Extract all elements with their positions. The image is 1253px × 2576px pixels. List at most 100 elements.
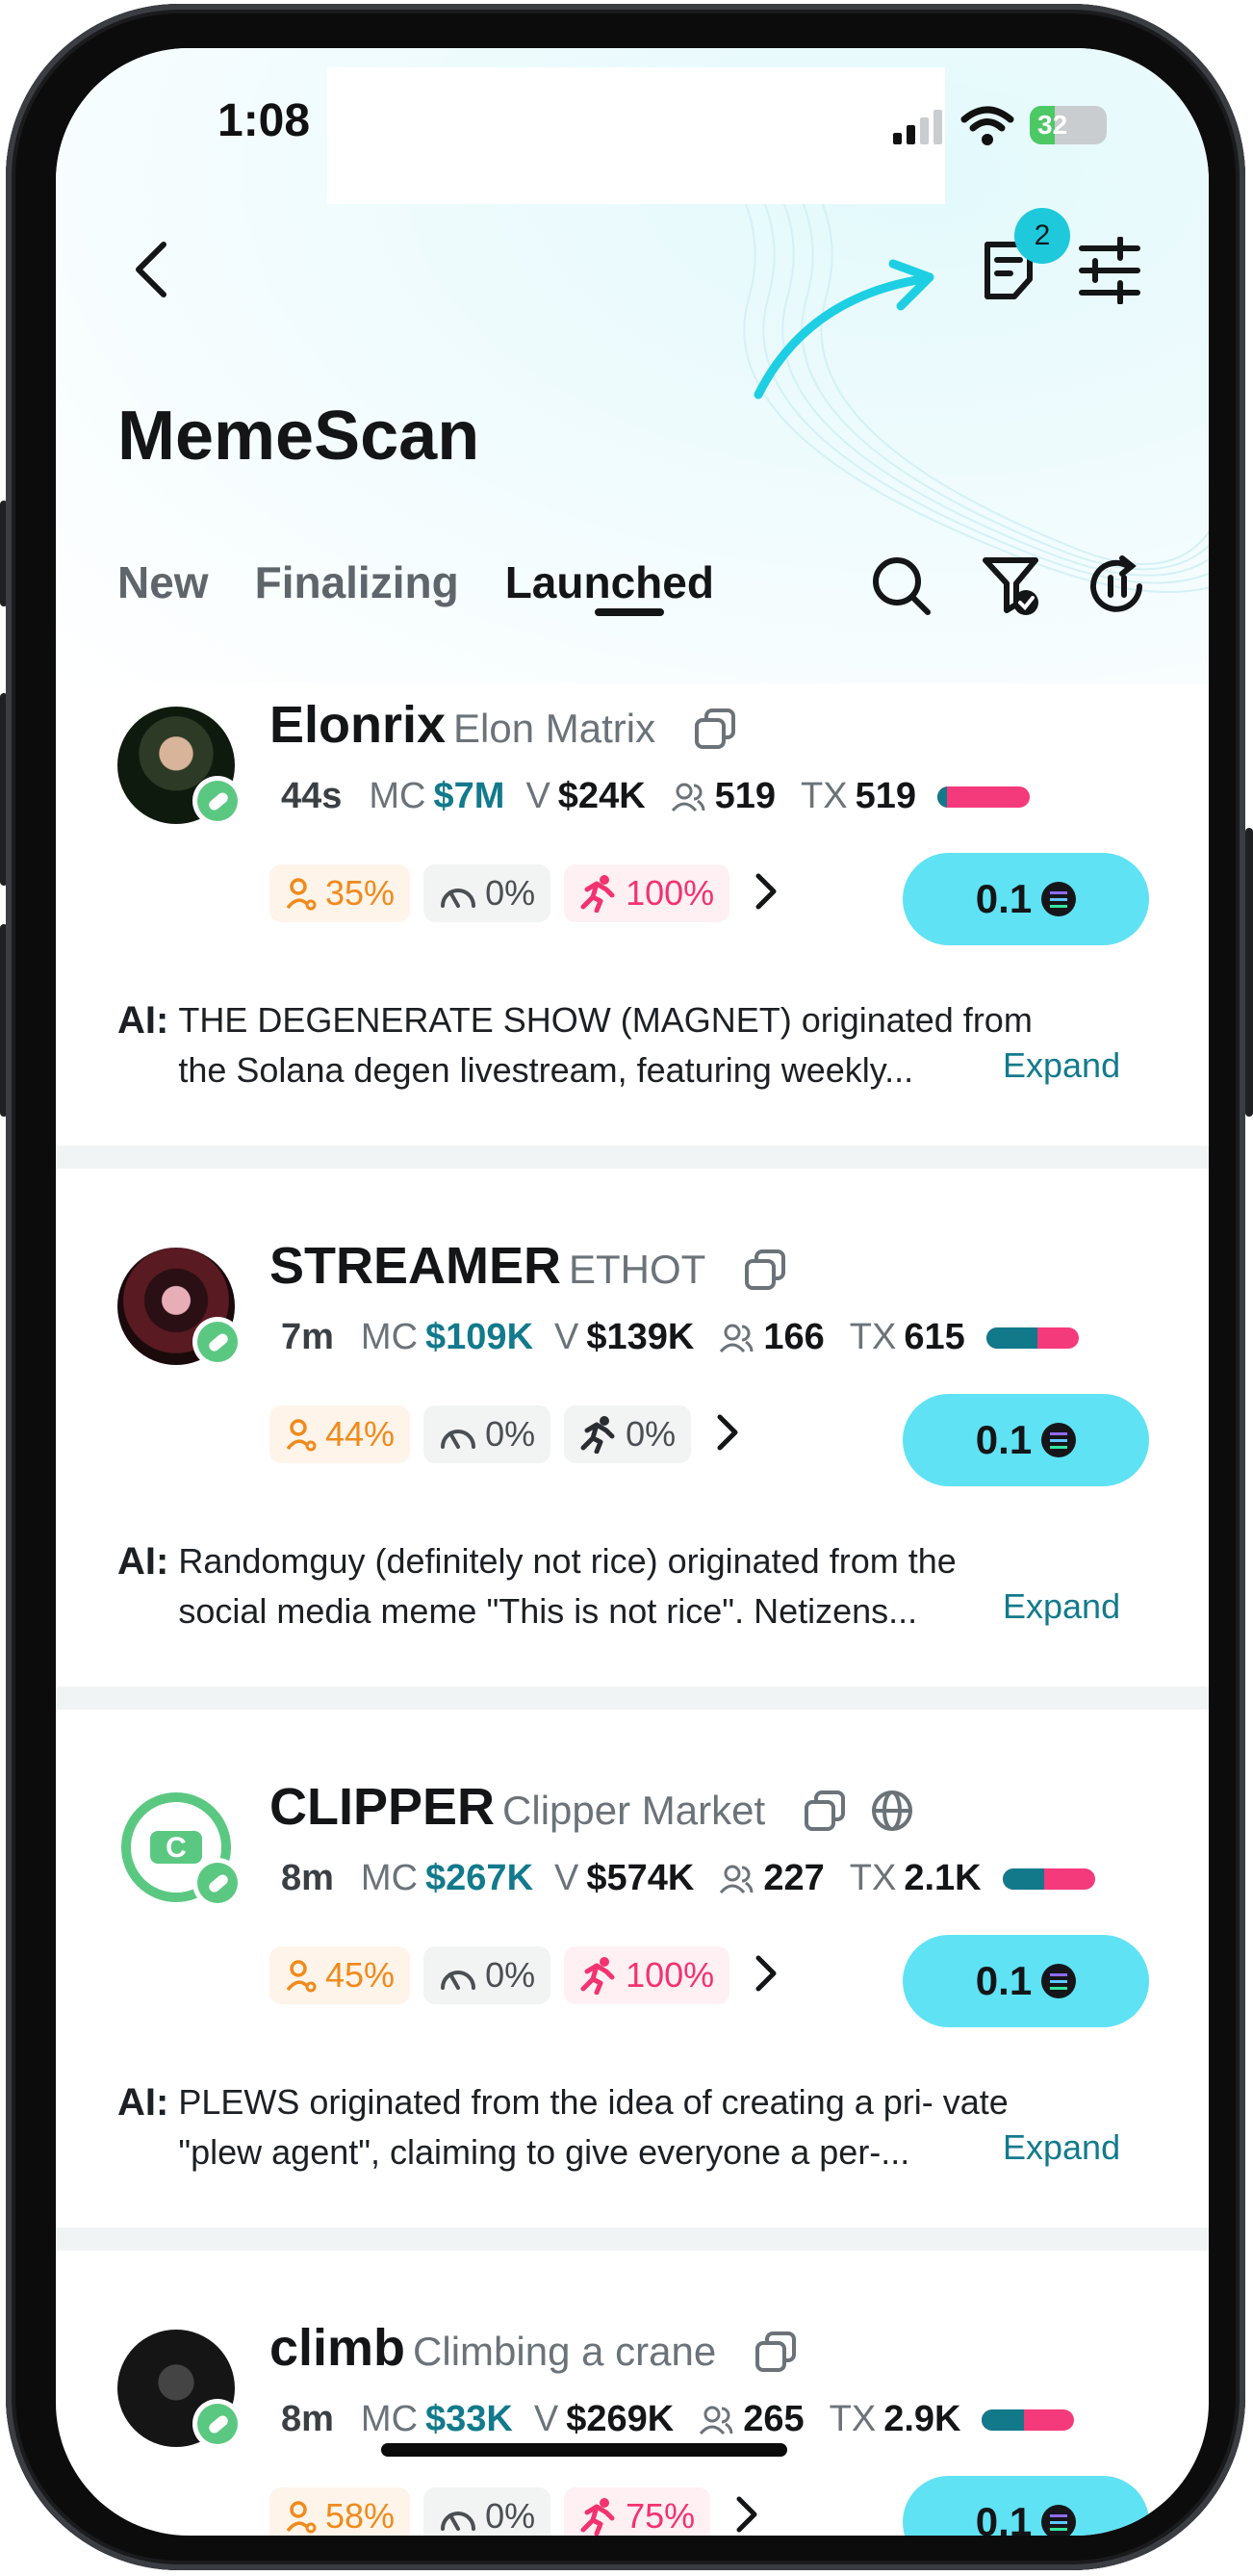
tx-label: TX [849,1317,897,1357]
quick-buy-button[interactable]: 0.1 [903,1935,1149,2027]
holders-icon [671,783,705,811]
token-symbol[interactable]: CLIPPER [269,1778,495,1836]
volume-label: V [525,776,550,816]
ai-summary: AI: Randomguy (definitely not rice) orig… [117,1536,1147,1636]
chevron-right-icon[interactable] [753,1954,780,1997]
buy-sell-ratio-bar [1002,1868,1095,1890]
token-symbol[interactable]: Elonrix [269,696,446,754]
holders-count: 265 [743,2399,805,2439]
holders-icon [286,878,317,911]
tab-finalizing[interactable]: Finalizing [255,556,459,608]
token-age: 44s [281,776,343,816]
market-cap: $7M [433,776,505,816]
battery-indicator: 32 [1030,106,1107,144]
solana-icon [1041,1423,1077,1457]
holder-top10-chip: 45% [269,1946,411,2004]
ai-summary: AI: PLEWS originated from the idea of cr… [117,2077,1147,2177]
filter-check-icon[interactable] [980,554,1043,618]
buy-amount: 0.1 [975,876,1033,921]
ai-summary-text: PLEWS originated from the idea of creati… [178,2082,1009,2172]
search-icon[interactable] [870,554,933,618]
buy-sell-ratio-bar [982,2409,1075,2431]
ai-summary-text: THE DEGENERATE SHOW (MAGNET) originated … [178,1000,1033,1090]
ai-label: AI: [117,999,169,1042]
gauge-chip: 0% [423,2487,551,2536]
gauge-chip: 0% [423,1405,551,1463]
volume: $24K [557,776,646,816]
tx-label: TX [801,776,848,816]
globe-icon[interactable] [870,1789,914,1833]
runner-icon [580,875,615,913]
copy-icon[interactable] [754,2330,798,2374]
hint-arrow [754,259,934,399]
screen: 1:08 32 2 MemeScan New Finalizing Launch… [56,48,1209,2536]
quick-buy-button[interactable]: 0.1 [903,2476,1149,2536]
holder-percent: 35% [325,873,396,913]
gauge-percent: 0% [485,873,536,913]
chevron-right-icon[interactable] [753,872,780,915]
market-cap: $267K [425,1858,534,1898]
power-button [1245,828,1253,1117]
chevron-right-icon[interactable] [733,2495,760,2537]
pill-icon [192,1317,243,1367]
holders-icon [700,2406,733,2434]
holder-top10-chip: 35% [269,864,411,922]
mc-label: MC [360,2399,419,2439]
chevron-right-icon[interactable] [714,1413,741,1456]
mc-label: MC [360,1317,419,1357]
quick-buy-button[interactable]: 0.1 [903,1394,1149,1486]
expand-link[interactable]: Expand [1003,1586,1120,1627]
expand-link[interactable]: Expand [1003,2127,1120,2168]
token-stats: 7m MC $109K V $139K 166 TX 615 [281,1317,1079,1358]
tx-label: TX [849,1858,897,1898]
mc-label: MC [369,776,426,816]
buy-amount: 0.1 [975,1958,1033,2003]
runner-percent: 100% [626,873,715,913]
gauge-percent: 0% [485,2496,536,2536]
holder-percent: 58% [325,2496,396,2536]
token-age: 8m [281,1858,334,1898]
runner-chip: 100% [564,864,730,922]
gauge-chip: 0% [423,1946,551,2004]
solana-icon [1041,882,1077,916]
gauge-icon [441,1971,476,1990]
gauge-percent: 0% [485,1955,536,1995]
tx-count: 519 [855,776,917,816]
ai-label: AI: [117,2081,169,2124]
runner-percent: 75% [626,2496,696,2536]
copy-icon[interactable] [693,707,737,751]
copy-icon[interactable] [803,1789,847,1833]
token-symbol[interactable]: STREAMER [269,1237,561,1295]
refresh-pause-icon[interactable] [1086,554,1149,618]
tab-new[interactable]: New [117,556,209,608]
copy-icon[interactable] [743,1248,787,1292]
home-indicator [381,2443,787,2457]
holder-percent: 44% [325,1414,396,1454]
volume-label: V [554,1317,579,1357]
runner-icon [580,2498,615,2536]
holders-count: 227 [763,1858,825,1898]
expand-link[interactable]: Expand [1003,1045,1120,1086]
holders-icon [720,1324,754,1352]
card-divider [56,1146,1209,1169]
tx-count: 2.1K [904,1858,982,1898]
token-symbol[interactable]: climb [269,2319,405,2377]
tab-launched[interactable]: Launched [505,556,714,608]
holders-count: 519 [714,776,777,816]
token-name: Clipper Market [502,1788,766,1833]
quick-buy-button[interactable]: 0.1 [903,853,1149,945]
pill-icon [192,776,243,826]
gauge-icon [441,889,476,908]
gauge-chip: 0% [423,864,551,922]
volume-label: V [533,2399,559,2439]
runner-icon [580,1957,615,1995]
token-stats: 44s MC $7M V $24K 519 TX 519 [281,776,1031,817]
back-icon[interactable] [131,241,173,298]
notes-badge: 2 [1014,208,1070,264]
tx-count: 615 [904,1317,965,1357]
holder-top10-chip: 58% [269,2487,411,2536]
sliders-icon[interactable] [1078,237,1141,304]
gauge-icon [441,2512,476,2531]
holders-count: 166 [763,1317,825,1357]
token-stats: 8m MC $267K V $574K 227 TX 2.1K [281,1858,1095,1899]
